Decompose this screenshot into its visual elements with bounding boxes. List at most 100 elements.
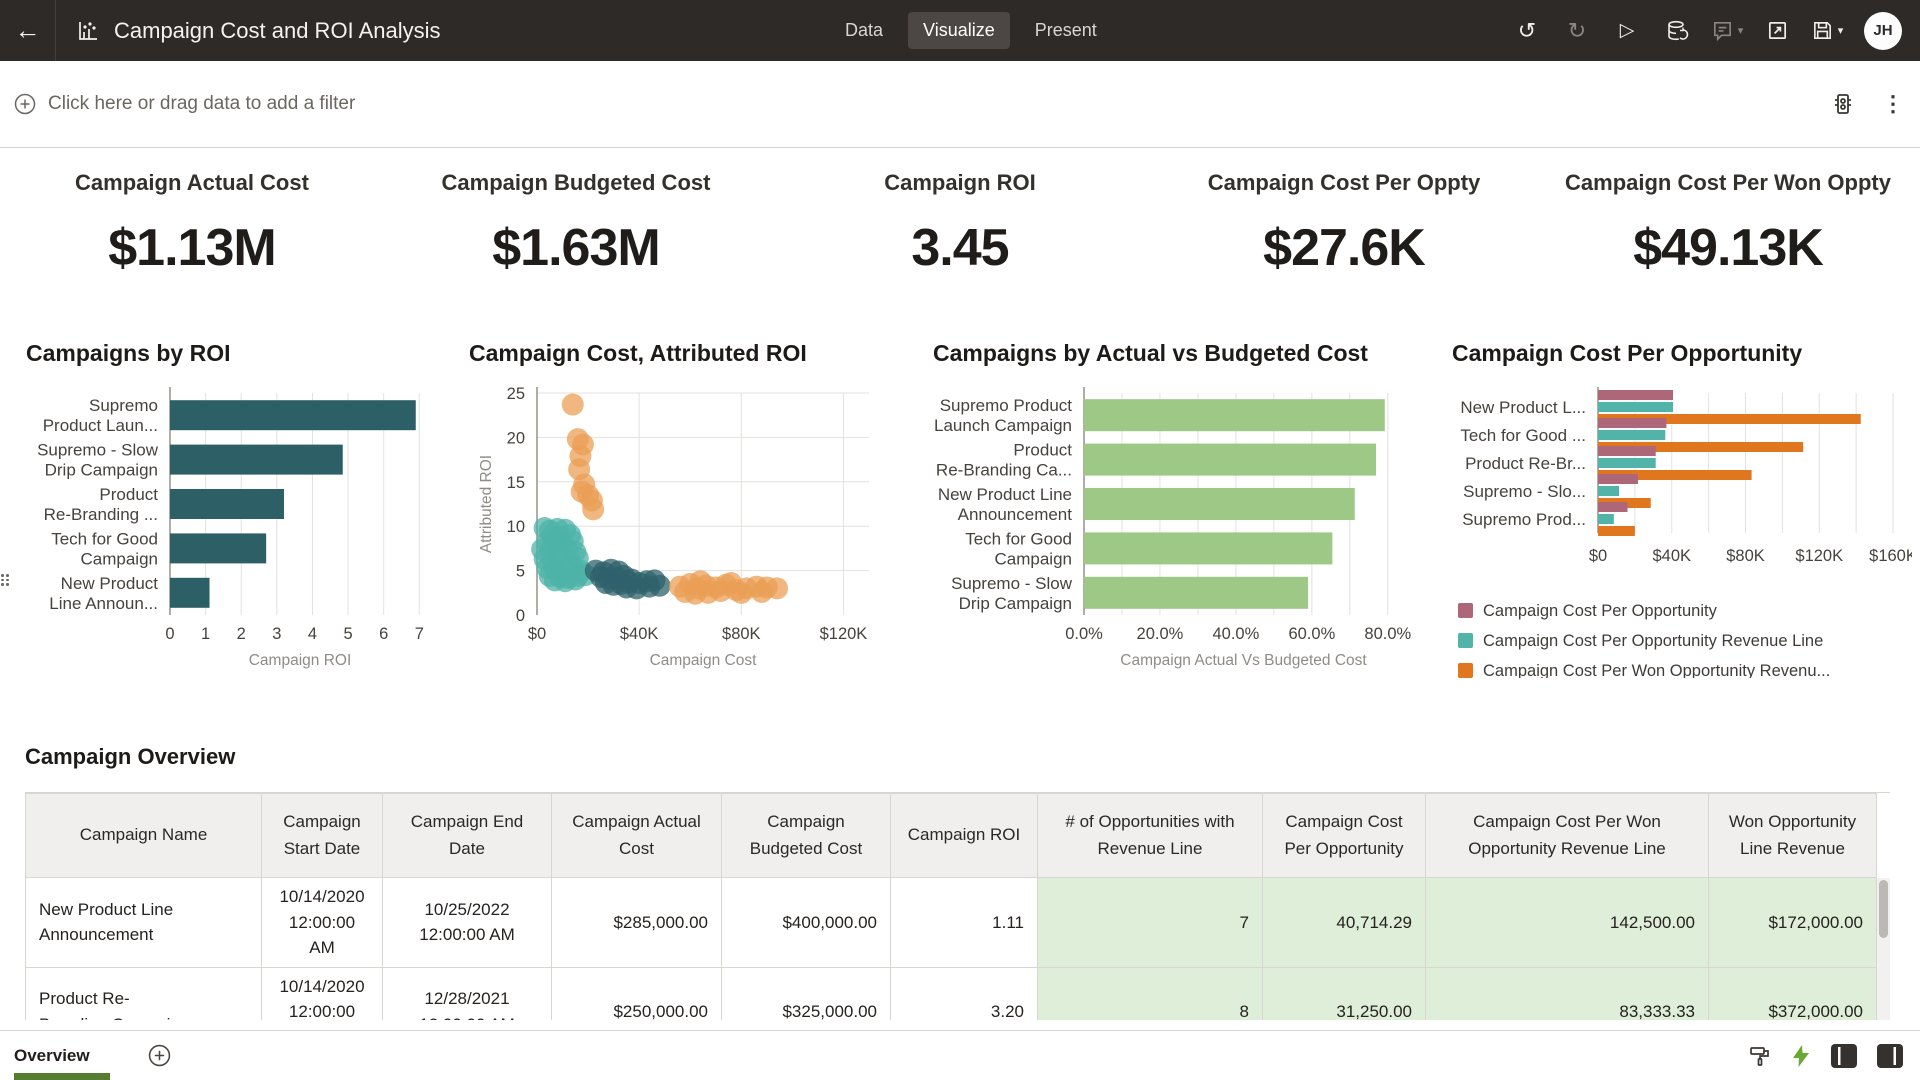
table-cell: 10/14/2020 12:00:00 AM — [262, 878, 383, 968]
refresh-data-icon[interactable] — [1656, 10, 1698, 52]
bar[interactable] — [1598, 514, 1614, 524]
bar[interactable] — [1598, 446, 1656, 456]
table-cell: $250,000.00 — [552, 967, 722, 1020]
chart-cost-per-opportunity: Campaign Cost Per Opportunity New Produc… — [1452, 326, 1912, 696]
svg-text:Product: Product — [1013, 441, 1072, 460]
column-header[interactable]: Campaign Name — [26, 794, 262, 878]
save-caret-icon: ▾ — [1838, 24, 1844, 37]
kpi-value: 3.45 — [768, 218, 1152, 278]
kpi-label: Campaign Actual Cost — [0, 170, 384, 196]
table-cell: New Product Line Announcement — [26, 878, 262, 968]
kpi-label: Campaign ROI — [768, 170, 1152, 196]
back-button[interactable]: ← — [0, 0, 56, 61]
column-header[interactable]: # of Opportunities with Revenue Line — [1038, 794, 1263, 878]
svg-text:Supremo: Supremo — [89, 396, 158, 415]
kebab-menu-icon[interactable]: ⋮ — [1882, 91, 1904, 117]
svg-text:$80K: $80K — [1726, 547, 1765, 565]
app-header: ← Campaign Cost and ROI Analysis Data Vi… — [0, 0, 1920, 61]
bar[interactable] — [1084, 532, 1332, 564]
chart-canvas[interactable]: SupremoProduct Laun...Supremo - SlowDrip… — [2, 373, 457, 678]
chart-canvas[interactable]: 0510152025Attributed ROI$0$40K$80K$120KC… — [457, 373, 927, 678]
chart-canvas[interactable]: Supremo ProductLaunch CampaignProductRe-… — [927, 373, 1452, 678]
tab-present[interactable]: Present — [1020, 12, 1112, 49]
toggle-left-panel-icon[interactable] — [1830, 1043, 1858, 1069]
run-icon[interactable]: ▷ — [1606, 10, 1648, 52]
table-row[interactable]: New Product Line Announcement10/14/2020 … — [26, 878, 1877, 968]
chart-title: Campaigns by ROI — [26, 340, 457, 367]
kpi-value: $1.63M — [384, 218, 768, 278]
table-title: Campaign Overview — [25, 744, 1920, 770]
bar[interactable] — [170, 400, 416, 430]
kpi-campaign-cost-per-won-oppty[interactable]: Campaign Cost Per Won Oppty $49.13K — [1536, 170, 1920, 326]
svg-text:Re-Branding ...: Re-Branding ... — [44, 505, 158, 524]
kpi-value: $1.13M — [0, 218, 384, 278]
bar[interactable] — [1084, 399, 1385, 431]
column-header[interactable]: Campaign Cost Per Opportunity — [1263, 794, 1426, 878]
toggle-right-panel-icon[interactable] — [1876, 1043, 1904, 1069]
undo-icon[interactable]: ↺ — [1506, 10, 1548, 52]
scatter-point[interactable] — [751, 581, 773, 603]
svg-text:Re-Branding Ca...: Re-Branding Ca... — [936, 461, 1072, 480]
bar[interactable] — [170, 578, 210, 608]
bar[interactable] — [1598, 526, 1635, 536]
add-canvas-icon[interactable] — [148, 1044, 171, 1067]
tab-visualize[interactable]: Visualize — [908, 12, 1010, 49]
column-header[interactable]: Won Opportunity Line Revenue — [1709, 794, 1877, 878]
bar[interactable] — [1598, 418, 1666, 428]
scatter-point[interactable] — [562, 394, 584, 416]
table-vertical-scrollbar[interactable] — [1877, 878, 1890, 1020]
bar[interactable] — [1598, 502, 1628, 512]
scatter-point[interactable] — [649, 575, 671, 597]
column-header[interactable]: Campaign Actual Cost — [552, 794, 722, 878]
svg-text:Attributed ROI: Attributed ROI — [478, 455, 495, 553]
scrollbar-thumb[interactable] — [1879, 880, 1888, 938]
kpi-campaign-budgeted-cost[interactable]: Campaign Budgeted Cost $1.63M — [384, 170, 768, 326]
bar[interactable] — [1598, 430, 1665, 440]
canvas-tab-overview[interactable]: Overview — [14, 1046, 90, 1066]
chart-canvas[interactable]: New Product L...Tech for Good ...Product… — [1452, 373, 1912, 678]
campaign-overview-table[interactable]: Campaign NameCampaign Start DateCampaign… — [25, 792, 1890, 1020]
scatter-point[interactable] — [582, 498, 604, 520]
avatar[interactable]: JH — [1864, 12, 1902, 50]
bar[interactable] — [1598, 474, 1638, 484]
save-icon[interactable]: ▾ — [1806, 10, 1848, 52]
bar[interactable] — [170, 533, 266, 563]
table-cell: 1.11 — [891, 878, 1038, 968]
bar[interactable] — [1084, 444, 1376, 476]
chart-actual-vs-budgeted: Campaigns by Actual vs Budgeted Cost Sup… — [927, 326, 1452, 696]
kpi-campaign-actual-cost[interactable]: Campaign Actual Cost $1.13M — [0, 170, 384, 326]
column-header[interactable]: Campaign Budgeted Cost — [722, 794, 891, 878]
bar[interactable] — [1084, 577, 1308, 609]
column-header[interactable]: Campaign ROI — [891, 794, 1038, 878]
kpi-campaign-roi[interactable]: Campaign ROI 3.45 — [768, 170, 1152, 326]
tab-data[interactable]: Data — [830, 12, 898, 49]
svg-text:Campaign Cost Per Opportunity: Campaign Cost Per Opportunity Revenue Li… — [1483, 632, 1823, 650]
bar[interactable] — [1598, 402, 1673, 412]
column-header[interactable]: Campaign Start Date — [262, 794, 383, 878]
bar[interactable] — [170, 445, 343, 475]
bar[interactable] — [170, 489, 284, 519]
scatter-point[interactable] — [720, 572, 742, 594]
scatter-point[interactable] — [689, 570, 711, 592]
redo-icon[interactable]: ↻ — [1556, 10, 1598, 52]
kpi-campaign-cost-per-oppty[interactable]: Campaign Cost Per Oppty $27.6K — [1152, 170, 1536, 326]
auto-insights-icon[interactable] — [1790, 1044, 1812, 1068]
svg-text:Supremo - Slow: Supremo - Slow — [37, 441, 159, 460]
svg-text:New Product: New Product — [61, 574, 159, 593]
column-header[interactable]: Campaign End Date — [383, 794, 552, 878]
add-filter-dropzone[interactable]: Click here or drag data to add a filter — [14, 93, 355, 115]
filter-controls-icon[interactable] — [1830, 91, 1856, 117]
table-row[interactable]: Product Re-Branding Campaign10/14/2020 1… — [26, 967, 1877, 1020]
bar[interactable] — [1598, 390, 1673, 400]
bar[interactable] — [1084, 488, 1355, 520]
comments-icon[interactable]: ▾ — [1706, 10, 1748, 52]
column-header[interactable]: Campaign Cost Per Won Opportunity Revenu… — [1426, 794, 1709, 878]
scatter-point[interactable] — [564, 568, 586, 590]
bar[interactable] — [1598, 458, 1656, 468]
open-in-window-icon[interactable] — [1756, 10, 1798, 52]
svg-text:$0: $0 — [528, 625, 546, 643]
bar[interactable] — [1598, 486, 1619, 496]
kpi-label: Campaign Cost Per Won Oppty — [1536, 170, 1920, 196]
canvas-style-icon[interactable] — [1748, 1044, 1772, 1068]
table-cell: 31,250.00 — [1263, 967, 1426, 1020]
